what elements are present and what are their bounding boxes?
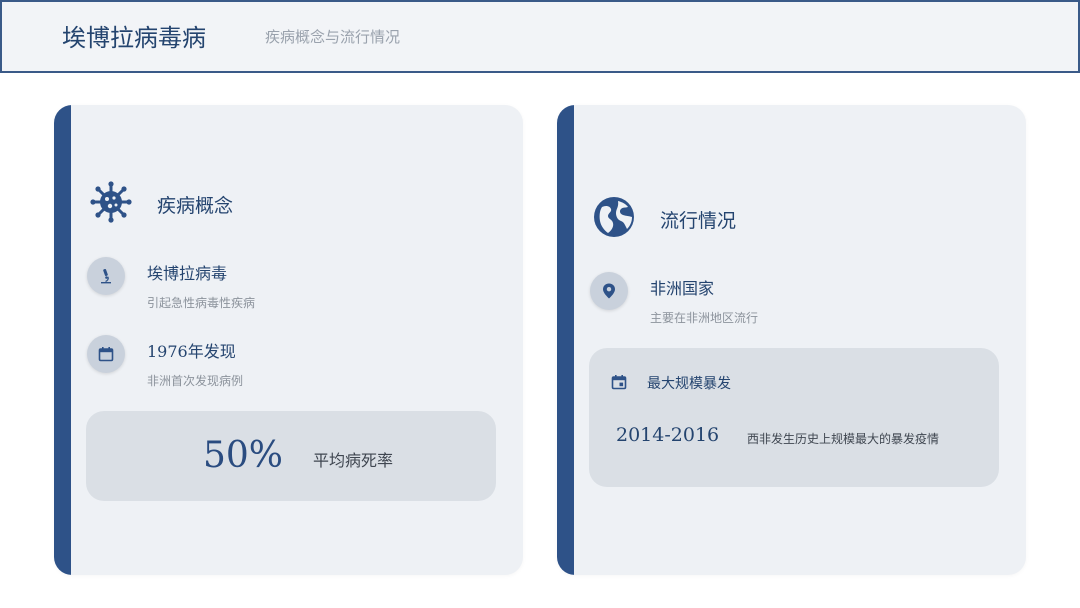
item-title-ebola: 埃博拉病毒 bbox=[147, 264, 228, 283]
epidemic-card: 流行情况 非洲国家 主要在非洲地区流行 最大规模暴发 2014-2016 西非发… bbox=[557, 105, 1026, 575]
concept-title: 疾病概念 bbox=[157, 195, 234, 217]
fatality-rate-label: 平均病死率 bbox=[313, 451, 394, 470]
page-subtitle: 疾病概念与流行情况 bbox=[265, 28, 401, 46]
virus-icon bbox=[90, 181, 132, 223]
microscope-icon bbox=[101, 268, 111, 284]
outbreak-years: 2014-2016 bbox=[616, 424, 720, 446]
accent-bar bbox=[54, 105, 71, 575]
fatality-rate-box: 50% 平均病死率 bbox=[86, 411, 496, 501]
largest-outbreak-title: 最大规模暴发 bbox=[647, 376, 731, 392]
location-pin-icon bbox=[603, 283, 615, 299]
globe-icon bbox=[594, 197, 634, 237]
location-icon-badge bbox=[590, 272, 628, 310]
calendar-icon-badge bbox=[87, 335, 125, 373]
microscope-icon-badge bbox=[87, 257, 125, 295]
outbreak-desc: 西非发生历史上规模最大的暴发疫情 bbox=[747, 432, 940, 446]
item-title-1976: 1976年发现 bbox=[147, 342, 236, 361]
item-desc-ebola: 引起急性病毒性疾病 bbox=[147, 296, 256, 310]
item-desc-1976: 非洲首次发现病例 bbox=[147, 374, 244, 388]
item-title-africa: 非洲国家 bbox=[650, 279, 715, 298]
fatality-rate-value: 50% bbox=[203, 435, 284, 476]
item-desc-africa: 主要在非洲地区流行 bbox=[650, 311, 759, 325]
page-title: 埃博拉病毒病 bbox=[62, 24, 206, 52]
calendar-icon bbox=[98, 347, 114, 362]
calendar-event-icon bbox=[611, 375, 627, 390]
accent-bar bbox=[557, 105, 574, 575]
epidemic-title: 流行情况 bbox=[660, 210, 737, 232]
header-bar: 埃博拉病毒病 疾病概念与流行情况 bbox=[0, 0, 1080, 73]
largest-outbreak-box: 最大规模暴发 2014-2016 西非发生历史上规模最大的暴发疫情 bbox=[589, 348, 999, 487]
concept-card: 疾病概念 埃博拉病毒 引起急性病毒性疾病 1976年发现 非洲首次发现病例 50… bbox=[54, 105, 523, 575]
